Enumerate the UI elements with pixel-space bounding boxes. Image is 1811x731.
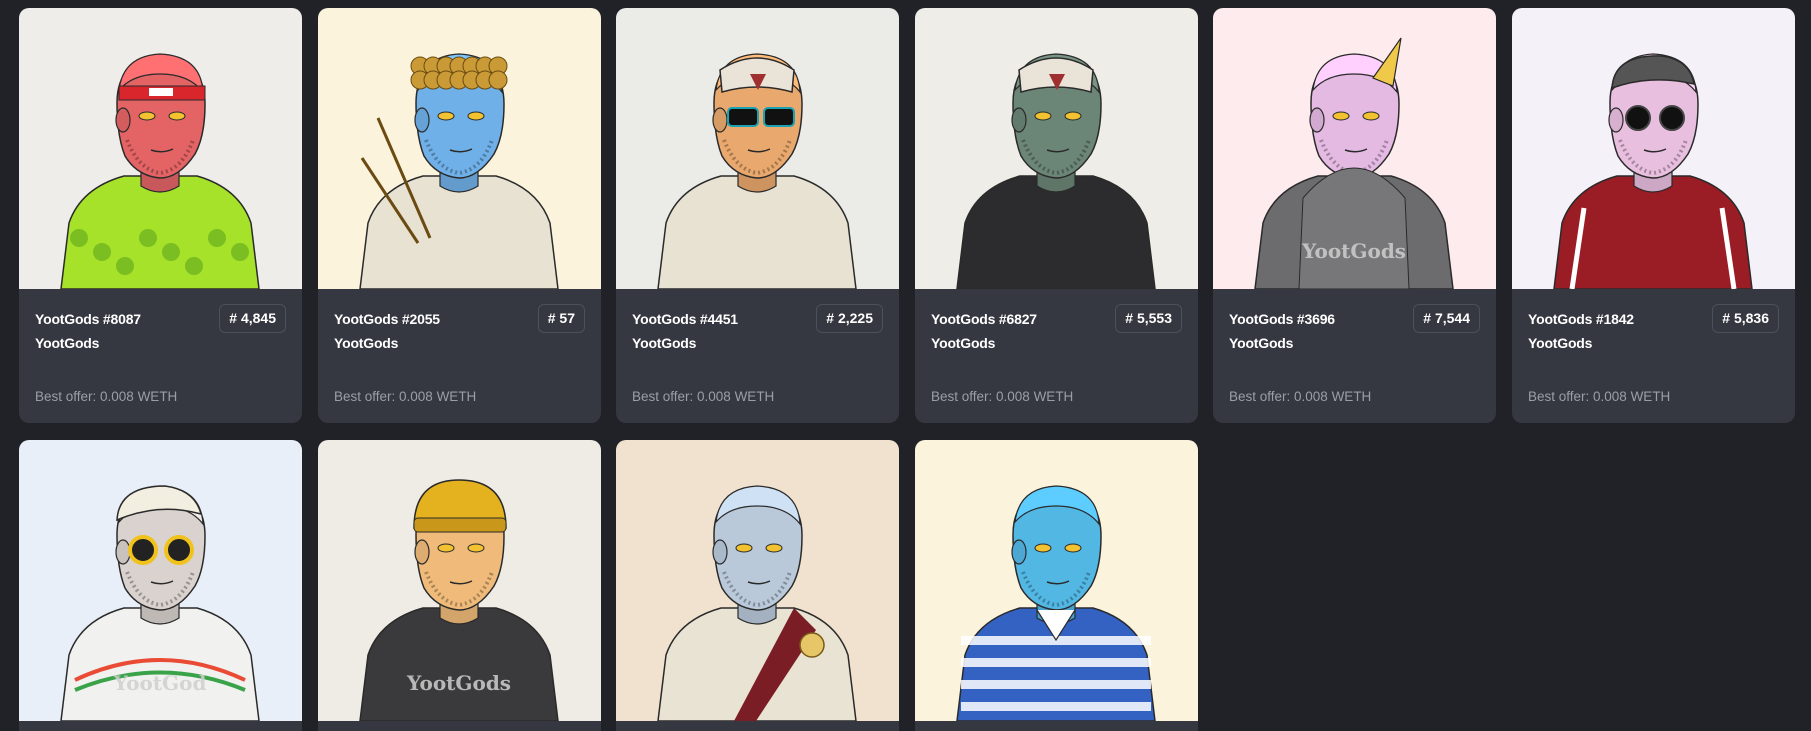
nft-card-6827[interactable]: YootGods #6827 YootGods # 5,553 Best off… xyxy=(915,8,1198,423)
nft-name[interactable]: YootGods #8087 xyxy=(35,311,141,327)
nft-name[interactable]: YootGods #4451 xyxy=(632,311,738,327)
portrait-illustration xyxy=(318,8,601,289)
shirt-shape xyxy=(956,175,1156,289)
nft-collection[interactable]: YootGods xyxy=(1528,335,1592,351)
nft-artwork[interactable] xyxy=(616,440,899,721)
nft-name[interactable]: YootGods #6827 xyxy=(931,311,1037,327)
nft-card[interactable] xyxy=(616,440,899,731)
nft-name[interactable]: YootGods #1842 xyxy=(1528,311,1634,327)
shirt-shape xyxy=(60,607,260,721)
nft-artwork[interactable] xyxy=(1512,8,1795,289)
nft-card-info: YootGods #4451 YootGods # 2,225 Best off… xyxy=(616,289,899,423)
portrait-illustration: YootGod xyxy=(19,440,302,721)
nft-collection[interactable]: YootGods xyxy=(35,335,99,351)
shirt-print-text: YootGods xyxy=(406,671,511,695)
rarity-rank-badge: # 5,836 xyxy=(1712,304,1779,333)
nft-artwork[interactable] xyxy=(915,440,1198,721)
nft-artwork[interactable] xyxy=(915,8,1198,289)
nft-artwork[interactable] xyxy=(19,8,302,289)
shirt-print-text: YootGod xyxy=(113,671,207,695)
nft-card-info: YootGods #6827 YootGods # 5,553 Best off… xyxy=(915,289,1198,423)
portrait-illustration xyxy=(915,440,1198,721)
rarity-rank-badge: # 2,225 xyxy=(816,304,883,333)
nft-card-2055[interactable]: YootGods #2055 YootGods # 57 Best offer:… xyxy=(318,8,601,423)
portrait-illustration: YootGods xyxy=(318,440,601,721)
shirt-shape xyxy=(1553,175,1753,289)
nft-artwork[interactable] xyxy=(318,8,601,289)
nft-grid: YootGods #8087 YootGods # 4,845 Best off… xyxy=(0,0,1811,731)
nft-card-8087[interactable]: YootGods #8087 YootGods # 4,845 Best off… xyxy=(19,8,302,423)
portrait-illustration xyxy=(616,440,899,721)
nft-artwork[interactable]: YootGods xyxy=(1213,8,1496,289)
best-offer: Best offer: 0.008 WETH xyxy=(931,389,1074,404)
best-offer: Best offer: 0.008 WETH xyxy=(1528,389,1671,404)
portrait-illustration: YootGods xyxy=(1213,8,1496,289)
rarity-rank-badge: # 57 xyxy=(537,304,585,333)
nft-card-4451[interactable]: YootGods #4451 YootGods # 2,225 Best off… xyxy=(616,8,899,423)
nft-card[interactable] xyxy=(915,440,1198,731)
portrait-illustration xyxy=(19,8,302,289)
nft-name[interactable]: YootGods #3696 xyxy=(1229,311,1335,327)
nft-card-info: YootGods #2055 YootGods # 57 Best offer:… xyxy=(318,289,601,423)
shirt-shape xyxy=(60,175,260,289)
shirt-print-text: YootGods xyxy=(1301,239,1406,263)
nft-collection[interactable]: YootGods xyxy=(931,335,995,351)
shirt-shape xyxy=(359,175,559,289)
best-offer: Best offer: 0.008 WETH xyxy=(632,389,775,404)
nft-collection[interactable]: YootGods xyxy=(1229,335,1293,351)
shirt-shape xyxy=(359,607,559,721)
portrait-illustration xyxy=(915,8,1198,289)
rarity-rank-badge: # 4,845 xyxy=(219,304,286,333)
nft-card-info: YootGods #1842 YootGods # 5,836 Best off… xyxy=(1512,289,1795,423)
best-offer: Best offer: 0.008 WETH xyxy=(35,389,178,404)
nft-card-3696[interactable]: YootGods YootGods #3696 YootGods # 7,544… xyxy=(1213,8,1496,423)
best-offer: Best offer: 0.008 WETH xyxy=(1229,389,1372,404)
best-offer: Best offer: 0.008 WETH xyxy=(334,389,477,404)
rarity-rank-badge: # 5,553 xyxy=(1115,304,1182,333)
nft-artwork[interactable] xyxy=(616,8,899,289)
portrait-illustration xyxy=(616,8,899,289)
nft-collection[interactable]: YootGods xyxy=(632,335,696,351)
nft-artwork[interactable]: YootGods xyxy=(318,440,601,721)
nft-artwork[interactable]: YootGod xyxy=(19,440,302,721)
nft-card[interactable]: YootGods xyxy=(318,440,601,731)
nft-card-1842[interactable]: YootGods #1842 YootGods # 5,836 Best off… xyxy=(1512,8,1795,423)
nft-card[interactable]: YootGod xyxy=(19,440,302,731)
shirt-shape xyxy=(657,175,857,289)
nft-card-info: YootGods #3696 YootGods # 7,544 Best off… xyxy=(1213,289,1496,423)
nft-collection[interactable]: YootGods xyxy=(334,335,398,351)
nft-name[interactable]: YootGods #2055 xyxy=(334,311,440,327)
portrait-illustration xyxy=(1512,8,1795,289)
nft-card-info: YootGods #8087 YootGods # 4,845 Best off… xyxy=(19,289,302,423)
rarity-rank-badge: # 7,544 xyxy=(1413,304,1480,333)
